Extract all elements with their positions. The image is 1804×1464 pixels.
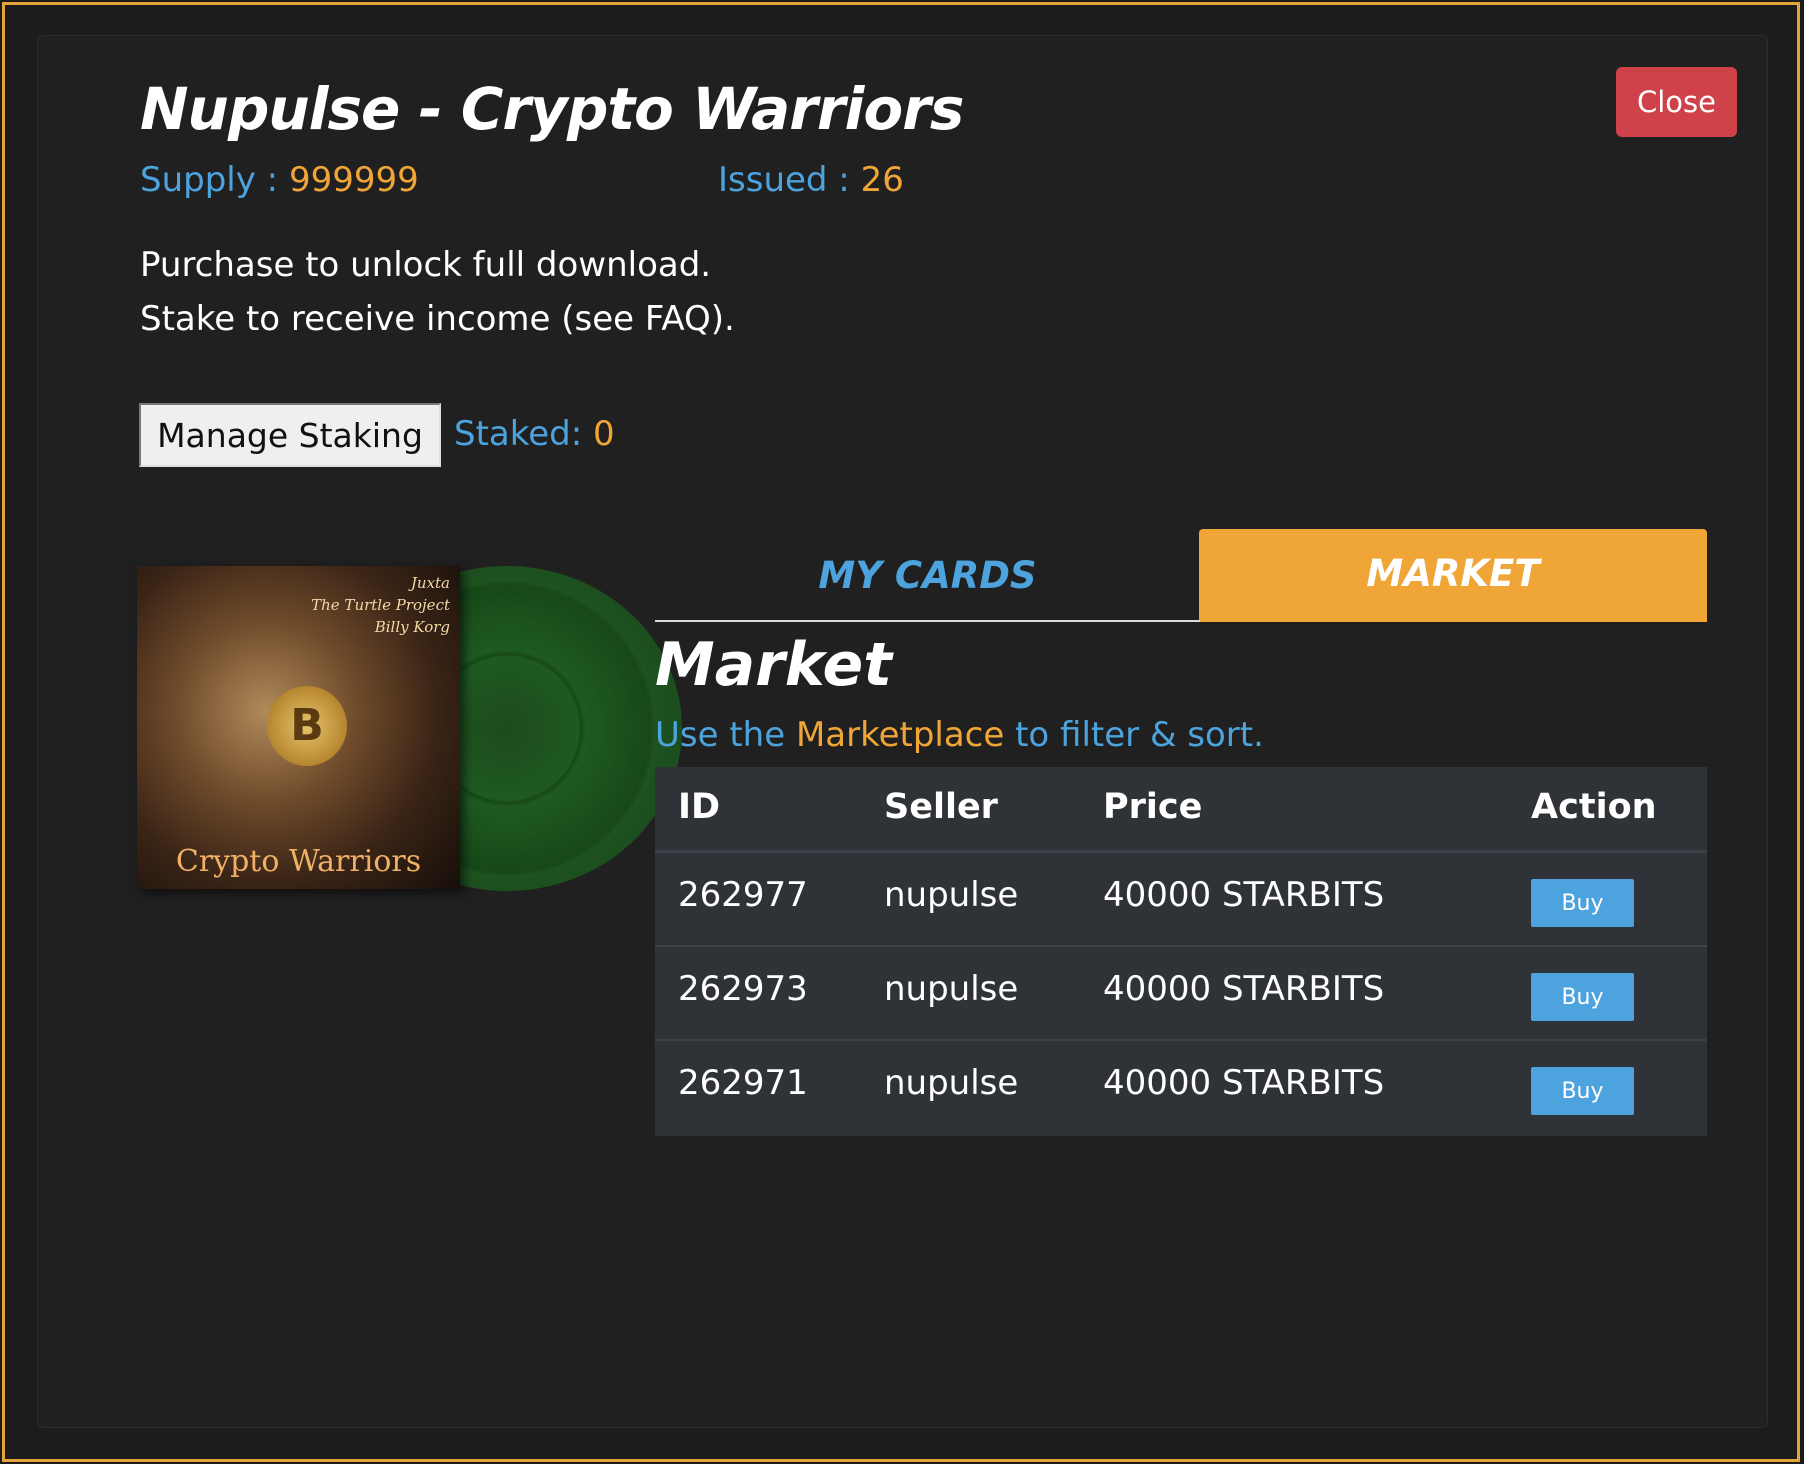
tab-divider	[655, 620, 1200, 622]
album-credit: Billy Korg	[374, 618, 450, 636]
seller-name: nupulse	[884, 1063, 1019, 1103]
market-hint: Use the Marketplace to filter & sort.	[655, 715, 1264, 755]
seller-name: nupulse	[884, 969, 1019, 1009]
album-credit: The Turtle Project	[311, 596, 450, 614]
table-row: 262971 nupulse 40000 STARBITS Buy	[655, 1041, 1707, 1136]
issued-value: 26	[860, 160, 904, 200]
album-cover: Juxta The Turtle Project Billy Korg B Cr…	[137, 566, 460, 889]
column-header-price: Price	[1103, 787, 1203, 827]
table-row: 262977 nupulse 40000 STARBITS Buy	[655, 853, 1707, 947]
table-row: 262973 nupulse 40000 STARBITS Buy	[655, 947, 1707, 1041]
album-artwork: Juxta The Turtle Project Billy Korg B Cr…	[137, 566, 682, 891]
hint-text: Use the	[655, 715, 796, 755]
card-id: 262973	[678, 969, 808, 1009]
card-id: 262971	[678, 1063, 808, 1103]
card-id: 262977	[678, 875, 808, 915]
seller-name: nupulse	[884, 875, 1019, 915]
supply-label: Supply :	[140, 160, 289, 200]
bitcoin-shield-icon: B	[267, 686, 347, 766]
issued-label: Issued :	[718, 160, 861, 200]
manage-staking-button[interactable]: Manage Staking	[139, 403, 441, 467]
staked-label: Staked:	[454, 414, 593, 454]
tab-my-cards[interactable]: MY CARDS	[655, 530, 1200, 622]
staked-value: 0	[593, 414, 615, 454]
modal-title: Nupulse - Crypto Warriors	[140, 75, 964, 143]
staked-stat: Staked: 0	[454, 414, 615, 454]
supply-value: 999999	[288, 160, 419, 200]
column-header-seller: Seller	[884, 787, 998, 827]
hint-text: to filter & sort.	[1004, 715, 1264, 755]
album-credit: Juxta	[410, 574, 450, 592]
album-credits: Juxta The Turtle Project Billy Korg	[311, 572, 450, 638]
supply-stat: Supply : 999999	[140, 160, 419, 200]
buy-button[interactable]: Buy	[1531, 973, 1634, 1021]
price: 40000 STARBITS	[1103, 875, 1385, 915]
price: 40000 STARBITS	[1103, 1063, 1385, 1103]
column-header-action: Action	[1531, 787, 1657, 827]
market-heading: Market	[655, 630, 892, 700]
market-table: ID Seller Price Action 262977 nupulse 40…	[655, 767, 1707, 1136]
close-button[interactable]: Close	[1616, 67, 1737, 137]
buy-button[interactable]: Buy	[1531, 879, 1634, 927]
issued-stat: Issued : 26	[718, 160, 904, 200]
description-line-2: Stake to receive income (see FAQ).	[140, 299, 735, 339]
buy-button[interactable]: Buy	[1531, 1067, 1634, 1115]
tab-market[interactable]: MARKET	[1199, 529, 1707, 622]
table-header: ID Seller Price Action	[655, 767, 1707, 853]
marketplace-link[interactable]: Marketplace	[796, 715, 1004, 755]
description-line-1: Purchase to unlock full download.	[140, 245, 712, 285]
column-header-id: ID	[678, 787, 721, 827]
album-cover-title: Crypto Warriors	[175, 844, 422, 879]
price: 40000 STARBITS	[1103, 969, 1385, 1009]
